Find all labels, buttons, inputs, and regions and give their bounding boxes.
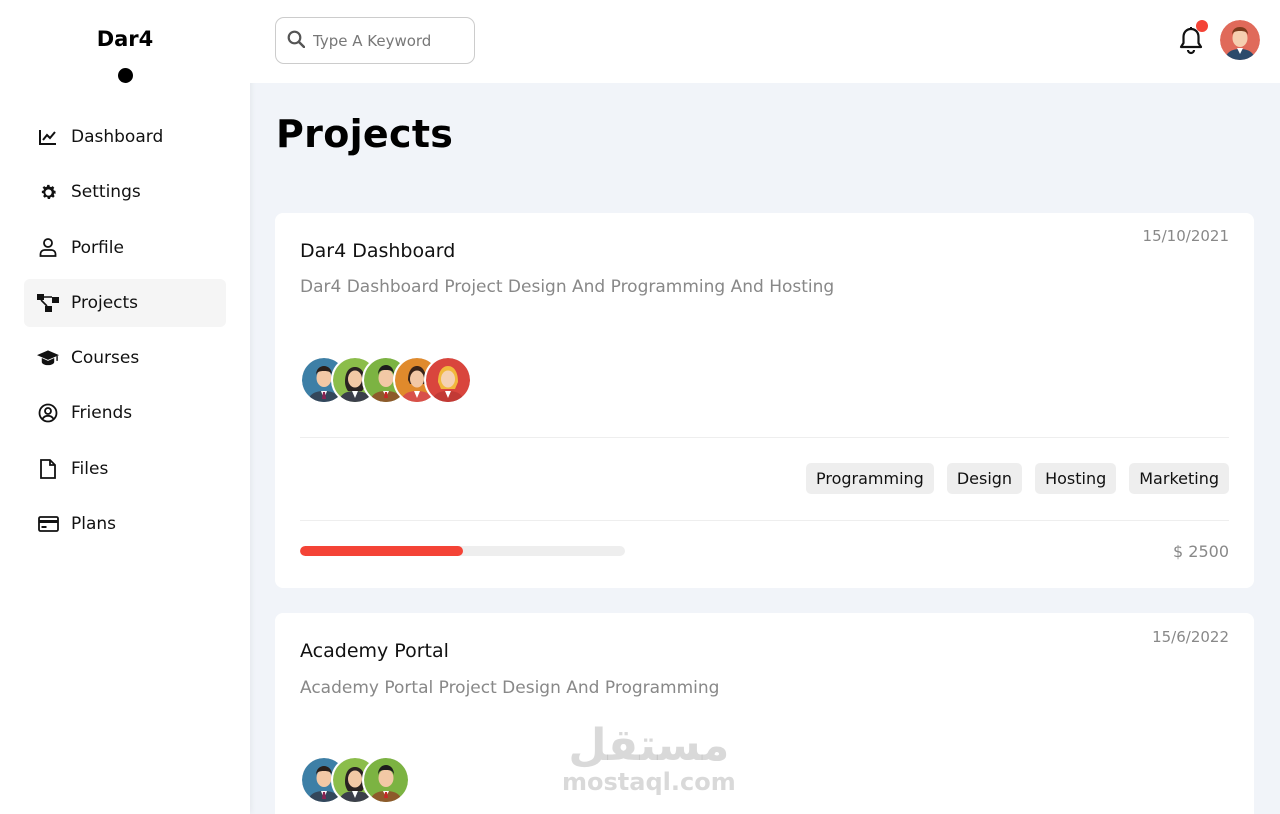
top-header <box>250 0 1280 83</box>
sidebar-item-label: Files <box>71 458 109 479</box>
gear-icon <box>37 181 59 203</box>
tag-programming[interactable]: Programming <box>805 463 934 494</box>
search-input[interactable] <box>313 31 463 50</box>
project-date: 15/10/2021 <box>1142 227 1229 245</box>
project-card: 15/10/2021 Dar4 Dashboard Dar4 Dashboard… <box>275 213 1254 588</box>
project-description: Academy Portal Project Design And Progra… <box>300 678 720 698</box>
sidebar-item-friends[interactable]: Friends <box>24 389 226 437</box>
card-divider <box>300 437 1229 438</box>
sidebar-item-label: Plans <box>71 514 117 535</box>
search-icon <box>287 30 306 52</box>
user-icon <box>37 237 59 259</box>
project-progress-bar <box>300 546 625 556</box>
tag-design[interactable]: Design <box>946 463 1023 494</box>
chart-line-icon <box>37 126 59 148</box>
search-box[interactable] <box>275 17 475 64</box>
notification-badge <box>1196 20 1208 32</box>
sidebar-item-settings[interactable]: Settings <box>24 168 226 216</box>
project-team <box>300 356 472 404</box>
project-date: 15/6/2022 <box>1152 628 1229 646</box>
sidebar-item-label: Dashboard <box>71 127 164 147</box>
page-title: Projects <box>276 112 454 156</box>
project-tags: Programming Design Hosting Marketing <box>793 463 1229 494</box>
team-member-avatar[interactable] <box>362 756 410 804</box>
tag-hosting[interactable]: Hosting <box>1035 463 1117 494</box>
brand-title: Dar4 <box>96 27 154 51</box>
user-circle-icon <box>37 402 59 424</box>
project-title: Dar4 Dashboard <box>300 240 456 262</box>
credit-card-icon <box>37 513 59 535</box>
file-icon <box>37 458 59 480</box>
project-team <box>300 756 410 804</box>
sidebar-item-label: Settings <box>71 182 141 203</box>
sidebar-item-label: Friends <box>71 403 133 424</box>
watermark: مستقل mostaql.com <box>562 720 736 797</box>
sidebar-item-label: Porfile <box>71 237 124 258</box>
project-price: $ 2500 <box>1173 542 1229 561</box>
sidebar-nav: Dashboard Settings Porfile Projects Cour… <box>0 113 250 548</box>
sidebar-item-files[interactable]: Files <box>24 445 226 493</box>
sidebar-item-dashboard[interactable]: Dashboard <box>24 113 226 161</box>
project-progress-fill <box>300 546 463 556</box>
diagram-icon <box>37 292 59 314</box>
project-title: Academy Portal <box>300 640 449 662</box>
sidebar-item-label: Courses <box>71 348 140 369</box>
sidebar-item-plans[interactable]: Plans <box>24 500 226 548</box>
sidebar-item-projects[interactable]: Projects <box>24 278 226 327</box>
card-divider <box>300 520 1229 521</box>
project-card: 15/6/2022 Academy Portal Academy Portal … <box>275 613 1254 814</box>
graduation-cap-icon <box>37 347 59 369</box>
sidebar: Dar4 Dashboard Settings Porfile Projects <box>0 0 250 814</box>
avatar[interactable] <box>1220 20 1260 60</box>
brand-dot <box>117 68 133 83</box>
sidebar-item-label: Projects <box>71 292 139 313</box>
project-description: Dar4 Dashboard Project Design And Progra… <box>300 277 835 297</box>
tag-marketing[interactable]: Marketing <box>1129 463 1229 494</box>
watermark-latin: mostaql.com <box>562 768 736 796</box>
watermark-arabic: مستقل <box>568 720 730 771</box>
sidebar-item-courses[interactable]: Courses <box>24 334 226 382</box>
sidebar-item-profile[interactable]: Porfile <box>24 224 226 272</box>
team-member-avatar[interactable] <box>424 356 472 404</box>
